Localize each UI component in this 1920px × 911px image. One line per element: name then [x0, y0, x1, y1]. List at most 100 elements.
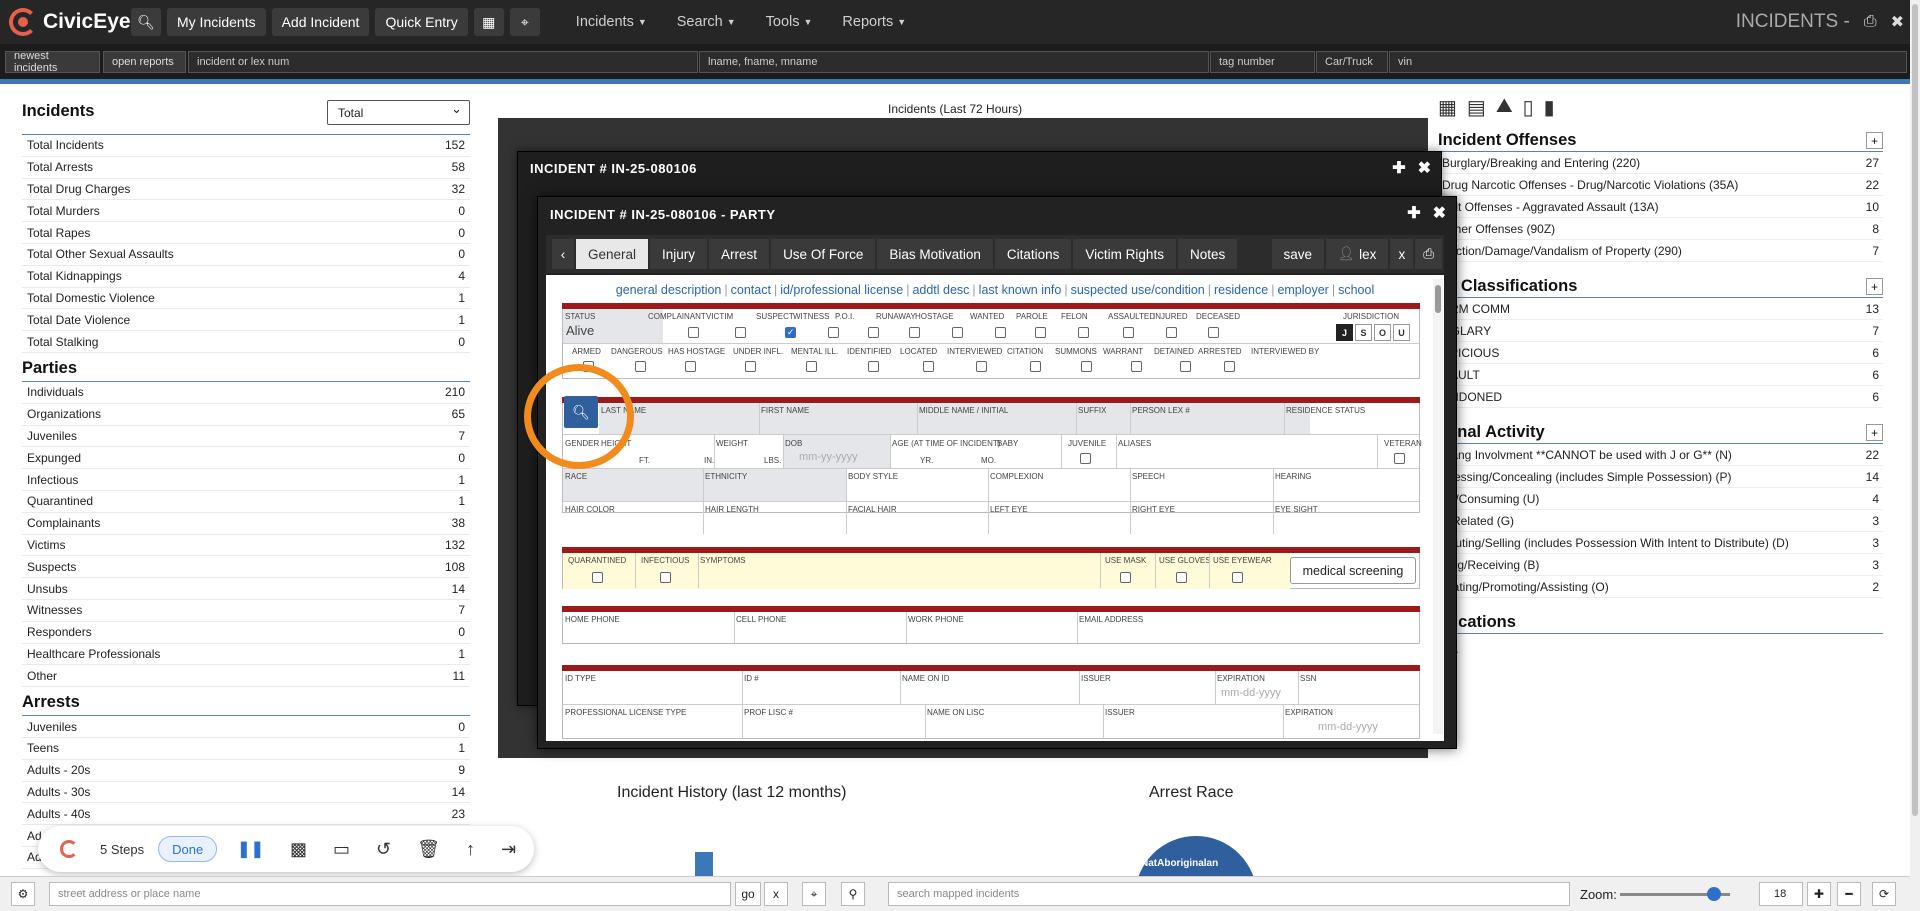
- use-mask-checkbox[interactable]: [1120, 572, 1131, 583]
- list-item[interactable]: Witnesses 7: [22, 600, 470, 622]
- license-expiration-input[interactable]: mm-dd-yyyy: [1318, 721, 1378, 733]
- form-scrollbar[interactable]: [1433, 279, 1443, 734]
- jurisdiction-option[interactable]: U: [1393, 324, 1410, 341]
- link-school[interactable]: school: [1338, 283, 1374, 297]
- list-item[interactable]: Gang Involvment **CANNOT be used with J …: [1430, 444, 1883, 466]
- list-item[interactable]: erating/Promoting/Assisting (O) 2: [1430, 576, 1883, 598]
- search-icon-button[interactable]: 🔍︎: [131, 8, 161, 36]
- list-item[interactable]: Teens 1: [22, 738, 470, 760]
- go-button[interactable]: go: [735, 882, 761, 906]
- refresh-button[interactable]: ⟳: [1872, 882, 1896, 906]
- list-item[interactable]: truction/Damage/Vandalism of Property (2…: [1430, 240, 1883, 262]
- status-value[interactable]: Alive: [566, 323, 594, 338]
- flag-checkbox[interactable]: [806, 361, 817, 372]
- role-checkbox[interactable]: [785, 327, 796, 338]
- list-item[interactable]: ng/Consuming (U) 4: [1430, 488, 1883, 510]
- list-item[interactable]: Infectious 1: [22, 469, 470, 491]
- zoom-slider-handle[interactable]: [1706, 887, 1721, 901]
- map-icon[interactable]: ⛰: [1496, 95, 1513, 120]
- flag-checkbox[interactable]: [685, 361, 696, 372]
- plus-icon[interactable]: ✚: [1407, 203, 1420, 223]
- infectious-checkbox[interactable]: [660, 572, 671, 583]
- role-checkbox[interactable]: [1078, 327, 1089, 338]
- tab-citations[interactable]: Citations: [994, 239, 1072, 269]
- list-item[interactable]: Responders 0: [22, 622, 470, 644]
- list-item[interactable]: Victims 132: [22, 535, 470, 557]
- list-item[interactable]: Juveniles 0: [22, 716, 470, 738]
- use-gloves-checkbox[interactable]: [1176, 572, 1187, 583]
- list-item[interactable]: SAULT 6: [1430, 364, 1883, 386]
- role-checkbox[interactable]: [995, 327, 1006, 338]
- juvenile-checkbox[interactable]: [1080, 453, 1091, 464]
- pause-icon[interactable]: ❚❚: [237, 839, 264, 859]
- role-checkbox[interactable]: [868, 327, 879, 338]
- role-checkbox[interactable]: [828, 327, 839, 338]
- menu-incidents[interactable]: Incidents ▼: [576, 14, 647, 30]
- role-checkbox[interactable]: [1166, 327, 1177, 338]
- list-item[interactable]: Total Other Sexual Assaults 0: [22, 244, 470, 266]
- document-icon[interactable]: ▯: [1523, 95, 1534, 120]
- quick-entry-button[interactable]: Quick Entry: [375, 8, 468, 36]
- collapse-icon[interactable]: ⇥: [501, 839, 516, 860]
- vin-input[interactable]: vin: [1389, 51, 1907, 73]
- close-icon[interactable]: ✖: [1418, 158, 1431, 178]
- location-button[interactable]: ⚲: [841, 882, 865, 906]
- flag-checkbox[interactable]: [635, 361, 646, 372]
- role-checkbox[interactable]: [909, 327, 920, 338]
- flag-checkbox[interactable]: [1224, 361, 1235, 372]
- menu-search[interactable]: Search ▼: [677, 14, 736, 30]
- done-button[interactable]: Done: [158, 836, 218, 862]
- link-contact[interactable]: contact: [731, 283, 771, 297]
- clear-button[interactable]: x: [764, 882, 788, 906]
- mapped-incidents-input[interactable]: search mapped incidents: [888, 882, 1570, 906]
- name-search-input[interactable]: lname, fname, mname: [699, 51, 1209, 73]
- plus-icon[interactable]: ✚: [1392, 158, 1405, 178]
- list-item[interactable]: Total Kidnappings 4: [22, 266, 470, 288]
- list-item[interactable]: Adults - 40s 23: [22, 803, 470, 826]
- trash-icon[interactable]: 🗑︎: [417, 839, 440, 860]
- calculator-button[interactable]: ▦: [473, 8, 504, 36]
- list-item[interactable]: ault Offenses - Aggravated Assault (13A)…: [1430, 196, 1883, 218]
- add-incident-button[interactable]: Add Incident: [271, 8, 370, 36]
- link-last-known-info[interactable]: last known info: [979, 283, 1062, 297]
- list-item[interactable]: Total Arrests 58: [22, 157, 470, 179]
- list-item[interactable]: Total Date Violence 1: [22, 309, 470, 332]
- book-icon[interactable]: ▮: [1544, 95, 1555, 120]
- list-item[interactable]: ANDONED 6: [1430, 386, 1883, 408]
- list-item[interactable]: ssessing/Concealing (includes Simple Pos…: [1430, 466, 1883, 488]
- role-checkbox[interactable]: [1208, 327, 1219, 338]
- expand-classifications-button[interactable]: +: [1866, 278, 1883, 295]
- list-item[interactable]: Total Incidents 152: [22, 135, 470, 157]
- list-item[interactable]: Unsubs 14: [22, 578, 470, 600]
- map-marker-button[interactable]: ⌖: [509, 8, 540, 36]
- newest-incidents-button[interactable]: newest incidents: [5, 50, 100, 74]
- crosshair-button[interactable]: ⌖: [802, 882, 826, 906]
- undo-icon[interactable]: ↺: [376, 839, 391, 860]
- list-item[interactable]: Quarantined 1: [22, 491, 470, 513]
- list-item[interactable]: Drug Narcotic Offenses - Drug/Narcotic V…: [1430, 174, 1883, 196]
- list-item[interactable]: SPICIOUS 6: [1430, 342, 1883, 364]
- tab-general[interactable]: General: [576, 239, 649, 269]
- page-scrollbar[interactable]: [1910, 0, 1920, 911]
- tab-bias-motivation[interactable]: Bias Motivation: [877, 239, 993, 269]
- list-item[interactable]: Expunged 0: [22, 447, 470, 470]
- list-item[interactable]: Total Rapes 0: [22, 222, 470, 244]
- tab-victim-rights[interactable]: Victim Rights: [1073, 239, 1176, 269]
- quarantined-checkbox[interactable]: [592, 572, 603, 583]
- list-item[interactable]: Total Murders 0: [22, 200, 470, 223]
- role-checkbox[interactable]: [1035, 327, 1046, 338]
- calculator-icon[interactable]: ▦: [1438, 95, 1457, 120]
- open-reports-button[interactable]: open reports: [103, 51, 186, 73]
- list-item[interactable]: Adults - 30s 14: [22, 782, 470, 804]
- list-item[interactable]: Burglary/Breaking and Entering (220) 27: [1430, 152, 1883, 174]
- close-icon[interactable]: ✖: [1891, 12, 1904, 32]
- print-button[interactable]: ⎙: [1415, 239, 1442, 269]
- close-icon[interactable]: ✖: [1433, 203, 1446, 223]
- jurisdiction-option[interactable]: O: [1374, 324, 1391, 341]
- list-item[interactable]: Organizations 65: [22, 404, 470, 426]
- list-item[interactable]: RGLARY 7: [1430, 320, 1883, 342]
- jurisdiction-option[interactable]: S: [1355, 324, 1372, 341]
- flag-checkbox[interactable]: [1081, 361, 1092, 372]
- calendar-icon[interactable]: ▤: [1467, 95, 1486, 120]
- list-item[interactable]: Total Drug Charges 32: [22, 179, 470, 201]
